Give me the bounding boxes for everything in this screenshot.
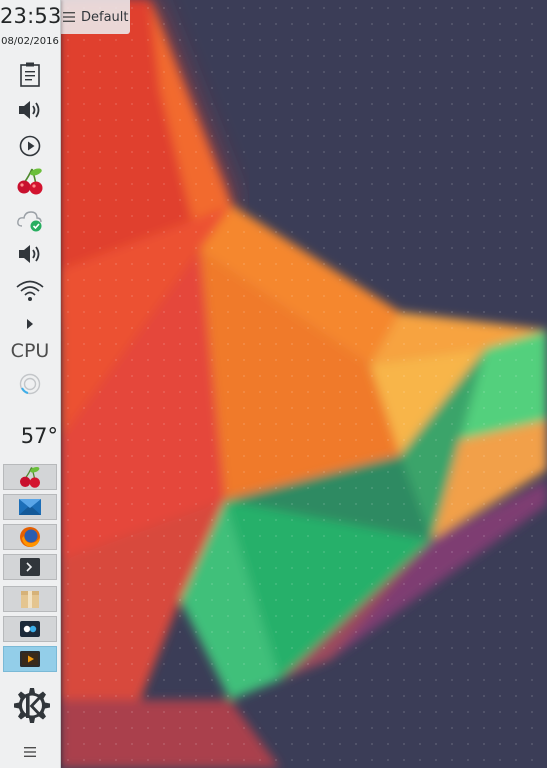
- cherry-icon[interactable]: [14, 166, 46, 196]
- task-cherry[interactable]: [3, 464, 57, 490]
- firefox-icon: [20, 527, 40, 547]
- desktop-wallpaper[interactable]: [60, 0, 547, 768]
- cherry-icon: [20, 467, 40, 488]
- clock-time[interactable]: 23:53: [0, 4, 61, 28]
- weather-status-icon[interactable]: [14, 370, 46, 398]
- task-firefox[interactable]: [3, 524, 57, 550]
- clock-date[interactable]: 08/02/2016: [0, 36, 60, 47]
- task-mail[interactable]: [3, 494, 57, 520]
- volume-icon[interactable]: [14, 240, 46, 268]
- panel-options-button[interactable]: [22, 744, 38, 758]
- toolbox-label: Default: [81, 9, 129, 25]
- video-player-icon: [20, 651, 40, 667]
- kde-logo-icon: [14, 688, 50, 723]
- wallpaper-dot-pattern: [60, 0, 547, 768]
- media-player-icon[interactable]: [14, 132, 46, 160]
- hamburger-icon: [24, 747, 36, 757]
- application-launcher-button[interactable]: [6, 684, 54, 730]
- wifi-icon[interactable]: [14, 276, 46, 304]
- weather-temperature[interactable]: 57°: [0, 424, 60, 448]
- expand-arrow-icon[interactable]: [14, 310, 46, 338]
- task-system-settings[interactable]: [3, 616, 57, 642]
- desktop-toolbox-button[interactable]: Default: [60, 0, 130, 34]
- task-package[interactable]: [3, 586, 57, 612]
- cpu-monitor-label[interactable]: CPU: [0, 340, 60, 362]
- volume-icon[interactable]: [14, 96, 46, 124]
- package-icon: [21, 591, 39, 608]
- terminal-icon: [20, 558, 40, 576]
- hamburger-icon: [63, 12, 75, 22]
- mail-icon: [19, 499, 41, 515]
- clipboard-icon[interactable]: [14, 60, 46, 88]
- task-video-player[interactable]: [3, 646, 57, 672]
- cloud-sync-icon[interactable]: [14, 206, 46, 234]
- left-panel: 23:53 08/02/2016 CPU 57°: [0, 0, 61, 768]
- system-settings-icon: [20, 621, 40, 637]
- task-terminal[interactable]: [3, 554, 57, 580]
